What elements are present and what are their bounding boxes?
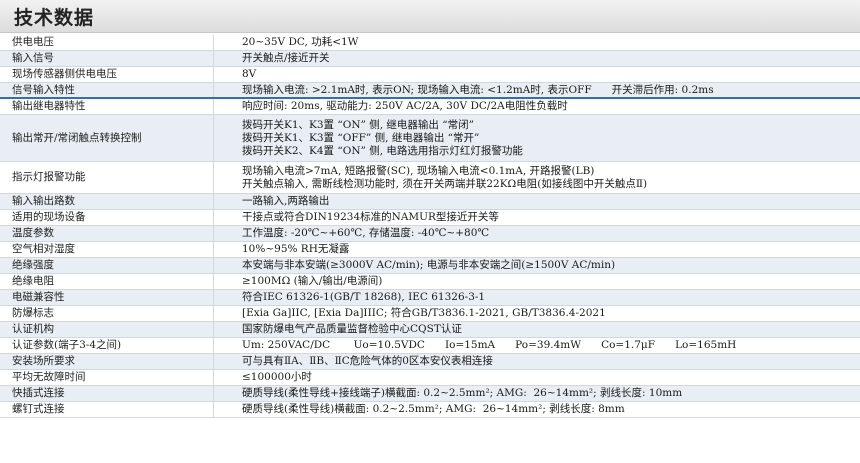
value-line: 现场输入电流>7mA, 短路报警(SC), 现场输入电流<0.1mA, 开路报警… — [242, 164, 595, 177]
value-line: 8V — [242, 68, 257, 80]
row-value: 20~35V DC, 功耗<1W — [214, 35, 860, 50]
table-row: 输入输出路数 一路输入,两路输出 — [0, 194, 860, 210]
row-label: 指示灯报警功能 — [0, 162, 214, 193]
table-row: 认证参数(端子3-4之间) Um: 250VAC/DC Uo=10.5VDC Io… — [0, 338, 860, 354]
row-value: 8V — [214, 67, 860, 82]
row-label: 安装场所要求 — [0, 354, 214, 369]
table-row: 输出继电器特性 响应时间: 20ms, 驱动能力: 250V AC/2A, 30V… — [0, 99, 860, 115]
table-row: 安装场所要求 可与具有ⅡA、ⅡB、ⅡC危险气体的0区本安仪表相连接 — [0, 354, 860, 370]
row-value: 国家防爆电气产品质量监督检验中心CQST认证 — [214, 322, 860, 337]
table-row: 温度参数 工作温度: -20℃~+60℃, 存储温度: -40℃~+80℃ — [0, 226, 860, 242]
row-label: 输入信号 — [0, 51, 214, 66]
row-label: 空气相对湿度 — [0, 242, 214, 257]
value-line: Um: 250VAC/DC Uo=10.5VDC Io=15mA Po=39.4… — [242, 339, 737, 351]
value-line: 一路输入,两路输出 — [242, 195, 330, 207]
table-row: 信号输入特性 现场输入电流: >2.1mA时, 表示ON; 现场输入电流: <1.… — [0, 83, 860, 99]
value-line: 拨码开关K2、K4置 “ON” 侧, 电路选用指示灯红灯报警功能 — [242, 144, 523, 157]
value-line: 开关触点/接近开关 — [242, 52, 330, 64]
value-line: 硬质导线(柔性导线)横截面: 0.2~2.5mm²; AMG: 26~14mm²… — [242, 403, 625, 415]
row-label: 温度参数 — [0, 226, 214, 241]
row-label: 供电电压 — [0, 35, 214, 50]
row-value: 硬质导线(柔性导线+接线端子)横截面: 0.2~2.5mm²; AMG: 26~… — [214, 386, 860, 401]
row-value: Um: 250VAC/DC Uo=10.5VDC Io=15mA Po=39.4… — [214, 338, 860, 353]
spec-table: 供电电压 20~35V DC, 功耗<1W 输入信号 开关触点/接近开关现场传感器侧供… — [0, 35, 860, 418]
row-value: 工作温度: -20℃~+60℃, 存储温度: -40℃~+80℃ — [214, 226, 860, 241]
table-row: 认证机构 国家防爆电气产品质量监督检验中心CQST认证 — [0, 322, 860, 338]
table-row: 输入信号 开关触点/接近开关 — [0, 51, 860, 67]
table-row: 输出常开/常闭触点转换控制 拨码开关K1、K3置 “ON” 侧, 继电器输出 “常… — [0, 115, 860, 162]
value-line: 符合IEC 61326-1(GB/T 18268), IEC 61326-3-1 — [242, 291, 486, 303]
table-row: 现场传感器侧供电电压 8V — [0, 67, 860, 83]
page-title: 技术数据 — [14, 7, 95, 29]
value-line: 硬质导线(柔性导线+接线端子)横截面: 0.2~2.5mm²; AMG: 26~… — [242, 387, 683, 399]
value-line: 可与具有ⅡA、ⅡB、ⅡC危险气体的0区本安仪表相连接 — [242, 355, 493, 367]
technical-data-page: 技术数据 供电电压 20~35V DC, 功耗<1W 输入信号 开关触点/接近开关现场… — [0, 0, 860, 463]
title-bar: 技术数据 — [0, 0, 860, 33]
row-value: 可与具有ⅡA、ⅡB、ⅡC危险气体的0区本安仪表相连接 — [214, 354, 860, 369]
value-line: 10%~95% RH无凝露 — [242, 243, 350, 255]
row-value: 10%~95% RH无凝露 — [214, 242, 860, 257]
row-value: 一路输入,两路输出 — [214, 194, 860, 209]
value-line: 20~35V DC, 功耗<1W — [242, 36, 359, 48]
table-row: 快插式连接 硬质导线(柔性导线+接线端子)横截面: 0.2~2.5mm²; AMG… — [0, 386, 860, 402]
row-value: 开关触点/接近开关 — [214, 51, 860, 66]
row-label: 输入输出路数 — [0, 194, 214, 209]
row-label: 输出继电器特性 — [0, 99, 214, 114]
row-value: 拨码开关K1、K3置 “ON” 侧, 继电器输出 “常闭” 拨码开关K1、K3置 … — [214, 115, 860, 161]
value-line: 干接点或符合DIN19234标准的NAMUR型接近开关等 — [242, 211, 499, 223]
table-row: 平均无故障时间 ≤100000小时 — [0, 370, 860, 386]
row-label: 平均无故障时间 — [0, 370, 214, 385]
row-label: 快插式连接 — [0, 386, 214, 401]
row-label: 绝缘电阻 — [0, 274, 214, 289]
value-line: 现场输入电流: >2.1mA时, 表示ON; 现场输入电流: <1.2mA时, … — [242, 83, 714, 96]
table-row: 绝缘电阻 ≥100MΩ (输入/输出/电源间) — [0, 274, 860, 290]
value-line: ≥100MΩ (输入/输出/电源间) — [242, 275, 383, 287]
row-value: [Exia Ga]IIC, [Exia Da]IIIC; 符合GB/T3836.… — [214, 306, 860, 321]
value-line: 响应时间: 20ms, 驱动能力: 250V AC/2A, 30V DC/2A电… — [242, 100, 568, 112]
row-value: ≥100MΩ (输入/输出/电源间) — [214, 274, 860, 289]
table-row: 防爆标志 [Exia Ga]IIC, [Exia Da]IIIC; 符合GB/T3… — [0, 306, 860, 322]
table-row: 螺钉式连接 硬质导线(柔性导线)横截面: 0.2~2.5mm²; AMG: 26~… — [0, 402, 860, 418]
row-value: 现场输入电流>7mA, 短路报警(SC), 现场输入电流<0.1mA, 开路报警… — [214, 162, 860, 193]
table-row: 指示灯报警功能 现场输入电流>7mA, 短路报警(SC), 现场输入电流<0.1m… — [0, 162, 860, 194]
row-label: 电磁兼容性 — [0, 290, 214, 305]
table-row: 电磁兼容性 符合IEC 61326-1(GB/T 18268), IEC 6132… — [0, 290, 860, 306]
table-row: 空气相对湿度 10%~95% RH无凝露 — [0, 242, 860, 258]
row-value: 本安端与非本安端(≥3000V AC/min); 电源与非本安端之间(≥1500… — [214, 258, 860, 273]
value-line: ≤100000小时 — [242, 371, 312, 383]
row-value: ≤100000小时 — [214, 370, 860, 385]
row-value: 干接点或符合DIN19234标准的NAMUR型接近开关等 — [214, 210, 860, 225]
row-value: 符合IEC 61326-1(GB/T 18268), IEC 61326-3-1 — [214, 290, 860, 305]
value-line: 开关触点输入, 需断线检测功能时, 须在开关两端并联22KΩ电阻(如接线图中开关… — [242, 177, 648, 190]
table-row: 适用的现场设备 干接点或符合DIN19234标准的NAMUR型接近开关等 — [0, 210, 860, 226]
row-label: 适用的现场设备 — [0, 210, 214, 225]
row-label: 认证参数(端子3-4之间) — [0, 338, 214, 353]
row-label: 防爆标志 — [0, 306, 214, 321]
table-row: 供电电压 20~35V DC, 功耗<1W — [0, 35, 860, 51]
row-label: 现场传感器侧供电电压 — [0, 67, 214, 82]
value-line: 国家防爆电气产品质量监督检验中心CQST认证 — [242, 323, 462, 335]
row-label: 认证机构 — [0, 322, 214, 337]
row-label: 螺钉式连接 — [0, 402, 214, 417]
value-line: [Exia Ga]IIC, [Exia Da]IIIC; 符合GB/T3836.… — [242, 307, 606, 319]
row-value: 现场输入电流: >2.1mA时, 表示ON; 现场输入电流: <1.2mA时, … — [214, 83, 860, 97]
row-value: 硬质导线(柔性导线)横截面: 0.2~2.5mm²; AMG: 26~14mm²… — [214, 402, 860, 417]
row-label: 信号输入特性 — [0, 83, 214, 97]
value-line: 拨码开关K1、K3置 “OFF” 侧, 继电器输出 “常开” — [242, 131, 480, 144]
value-line: 工作温度: -20℃~+60℃, 存储温度: -40℃~+80℃ — [242, 227, 490, 239]
row-label: 绝缘强度 — [0, 258, 214, 273]
table-row: 绝缘强度 本安端与非本安端(≥3000V AC/min); 电源与非本安端之间(≥… — [0, 258, 860, 274]
value-line: 拨码开关K1、K3置 “ON” 侧, 继电器输出 “常闭” — [242, 118, 475, 131]
value-line: 本安端与非本安端(≥3000V AC/min); 电源与非本安端之间(≥1500… — [242, 259, 616, 271]
row-label: 输出常开/常闭触点转换控制 — [0, 115, 214, 161]
row-value: 响应时间: 20ms, 驱动能力: 250V AC/2A, 30V DC/2A电… — [214, 99, 860, 114]
